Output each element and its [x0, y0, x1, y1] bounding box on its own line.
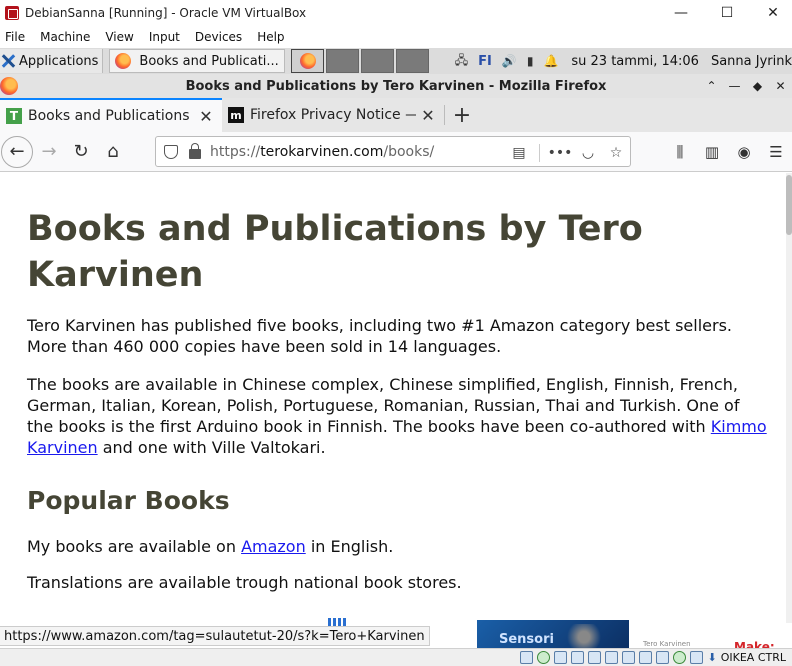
audio-icon[interactable]: [553, 651, 567, 664]
virtualbox-icon: [5, 6, 19, 20]
tab-privacy-notice[interactable]: m Firefox Privacy Notice — ✕: [222, 98, 444, 132]
menu-input[interactable]: Input: [149, 30, 180, 44]
keyboard-layout-indicator[interactable]: FI: [478, 54, 492, 69]
workspace-4[interactable]: [396, 49, 430, 73]
reload-button[interactable]: ↻: [65, 136, 97, 168]
page-actions-icon[interactable]: •••: [546, 145, 574, 161]
xfce-panel: Applications Books and Publicati... 🖧 FI…: [0, 48, 792, 74]
vbox-titlebar: DebianSanna [Running] - Oracle VM Virtua…: [0, 0, 792, 26]
forward-button[interactable]: →: [33, 136, 65, 168]
availability-paragraph: My books are available on Amazon in Engl…: [27, 537, 394, 556]
firefox-window-controls: ⌃ — ◆ ✕: [700, 74, 792, 98]
close-tab-icon[interactable]: ✕: [420, 106, 436, 125]
menu-help[interactable]: Help: [257, 30, 284, 44]
taskbar-firefox-button[interactable]: Books and Publicati...: [109, 49, 286, 73]
optical-drive-icon[interactable]: [536, 651, 550, 664]
network-icon[interactable]: 🖧: [455, 51, 468, 72]
book-cover-art: [559, 624, 609, 650]
cpu-icon[interactable]: [655, 651, 669, 664]
hard-disk-icon[interactable]: [519, 651, 533, 664]
menu-machine[interactable]: Machine: [40, 30, 90, 44]
usb-icon[interactable]: [587, 651, 601, 664]
vbox-window-title: DebianSanna [Running] - Oracle VM Virtua…: [25, 6, 307, 20]
tab-label: Books and Publications b: [28, 108, 194, 124]
battery-icon[interactable]: ▮: [527, 54, 534, 68]
new-tab-button[interactable]: +: [445, 98, 479, 132]
url-text[interactable]: https://terokarvinen.com/books/: [210, 144, 434, 160]
firefox-window-title: Books and Publications by Tero Karvinen …: [185, 78, 607, 94]
firefox-icon: [299, 53, 316, 69]
keyboard-capture-icon[interactable]: [689, 651, 703, 664]
toolbar-right: ⫼ ▥ ◉ ☰: [664, 136, 792, 168]
firefox-icon: [115, 53, 132, 69]
close-tab-icon[interactable]: ✕: [198, 107, 214, 126]
close-button[interactable]: ✕: [769, 79, 792, 93]
maximize-button[interactable]: ◆: [746, 79, 769, 93]
page-scrollbar[interactable]: [786, 173, 792, 623]
lock-icon[interactable]: [189, 142, 201, 159]
url-bar-actions: ▤ ••• ◡ ☆: [505, 137, 630, 168]
url-bar-divider: [539, 143, 540, 162]
notification-bell-icon[interactable]: 🔔: [543, 54, 558, 68]
tab-strip: T Books and Publications b ✕ m Firefox P…: [0, 98, 792, 132]
applications-label: Applications: [19, 53, 99, 69]
book-cover-image[interactable]: Tero Karvinen: [643, 640, 691, 648]
page-content: Books and Publications by Tero Karvinen …: [0, 173, 786, 666]
library-icon[interactable]: ⫼: [664, 143, 696, 161]
reader-view-icon[interactable]: ▤: [505, 145, 533, 161]
tab-books[interactable]: T Books and Publications b ✕: [0, 98, 222, 132]
menu-devices[interactable]: Devices: [195, 30, 242, 44]
hamburger-menu-icon[interactable]: ☰: [760, 143, 792, 161]
shared-folders-icon[interactable]: [604, 651, 618, 664]
tab-favicon: T: [6, 108, 22, 124]
xfce-icon: [0, 53, 16, 69]
url-bar[interactable]: https://terokarvinen.com/books/ ▤ ••• ◡ …: [155, 136, 631, 167]
tab-favicon: m: [228, 107, 244, 123]
scrollbar-thumb[interactable]: [786, 175, 792, 235]
workspace-2[interactable]: [326, 49, 360, 73]
system-tray: 🖧 FI 🔊 ▮ 🔔 su 23 tammi, 14:06 Sanna Jyri…: [450, 48, 792, 74]
languages-paragraph: The books are available in Chinese compl…: [27, 375, 767, 457]
workspace-1[interactable]: [291, 49, 325, 73]
host-key-label: OIKEA CTRL: [720, 651, 786, 664]
vbox-menubar: File Machine View Input Devices Help: [0, 26, 792, 48]
network-adapter-icon[interactable]: [570, 651, 584, 664]
firefox-titlebar: Books and Publications by Tero Karvinen …: [0, 74, 792, 98]
mouse-integration-icon[interactable]: [672, 651, 686, 664]
tab-label: Firefox Privacy Notice —: [250, 107, 416, 123]
video-capture-icon[interactable]: [638, 651, 652, 664]
popular-books-heading: Popular Books: [27, 486, 230, 515]
amazon-link[interactable]: Amazon: [241, 537, 306, 556]
workspace-3[interactable]: [361, 49, 395, 73]
pocket-icon[interactable]: ◡: [574, 145, 602, 161]
menu-view[interactable]: View: [105, 30, 133, 44]
firefox-icon: [0, 77, 18, 95]
shade-button[interactable]: ⌃: [700, 79, 723, 93]
close-button[interactable]: ✕: [750, 0, 792, 26]
intro-paragraph: Tero Karvinen has published five books, …: [27, 316, 732, 356]
sidebar-icon[interactable]: ▥: [696, 143, 728, 161]
user-menu[interactable]: Sanna Jyrink: [711, 54, 792, 69]
display-icon[interactable]: [621, 651, 635, 664]
link-status-tooltip: https://www.amazon.com/tag=sulautetut-20…: [0, 626, 430, 646]
page-title: Books and Publications by Tero Karvinen: [27, 209, 643, 295]
minimize-button[interactable]: —: [723, 79, 746, 93]
tracking-protection-shield-icon[interactable]: [164, 144, 178, 159]
menu-file[interactable]: File: [5, 30, 25, 44]
bookmark-star-icon[interactable]: ☆: [602, 145, 630, 161]
vbox-statusbar: ⬇ OIKEA CTRL: [0, 648, 792, 666]
home-button[interactable]: ⌂: [97, 136, 129, 168]
account-icon[interactable]: ◉: [728, 143, 760, 161]
taskbar-item-label: Books and Publicati...: [139, 53, 279, 69]
maximize-button[interactable]: ☐: [704, 0, 750, 26]
applications-menu[interactable]: Applications: [0, 49, 104, 73]
volume-icon[interactable]: 🔊: [502, 54, 517, 68]
navigation-toolbar: ← → ↻ ⌂ https://terokarvinen.com/books/ …: [0, 132, 792, 172]
panel-clock[interactable]: su 23 tammi, 14:06: [571, 54, 699, 69]
translations-paragraph: Translations are available trough nation…: [27, 573, 462, 592]
host-key-arrow-icon: ⬇: [707, 651, 717, 664]
minimize-button[interactable]: —: [658, 0, 704, 26]
back-button[interactable]: ←: [1, 135, 33, 168]
